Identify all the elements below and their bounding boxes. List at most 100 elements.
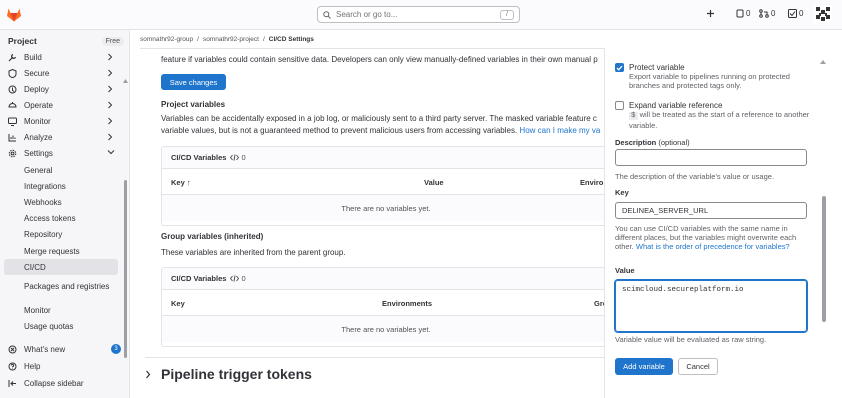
breadcrumb-project[interactable]: somnathr92-project <box>203 36 259 43</box>
empty-state: There are no variables yet. <box>162 195 610 221</box>
variable-count: 0 <box>241 153 246 162</box>
column-environments: Environments <box>382 299 433 308</box>
monitor-icon <box>8 117 17 126</box>
group-variables-desc: These variables are inherited from the p… <box>161 248 346 257</box>
card-title: CI/CD Variables <box>171 274 227 283</box>
expand-variable-checkbox[interactable] <box>615 101 624 110</box>
sidebar-subitem-merge-requests[interactable]: Merge requests <box>0 243 122 259</box>
top-bar: Search or go to... / 0 0 0 <box>0 0 842 30</box>
description-label: Description (optional) <box>615 138 690 147</box>
chevron-right-icon <box>108 53 113 61</box>
card-header: CI/CD Variables 0 <box>162 268 610 290</box>
group-variables-card: CI/CD Variables 0 Key Environments Gro T… <box>161 267 611 347</box>
chevron-right-icon <box>108 85 113 93</box>
sidebar-scroll-thumb[interactable] <box>124 180 127 358</box>
project-variables-heading: Project variables <box>161 100 226 109</box>
project-variables-card: CI/CD Variables 0 Key ↑ Value Enviro The… <box>161 146 611 226</box>
drawer-scroll-thumb[interactable] <box>822 196 826 322</box>
search-input[interactable]: Search or go to... / <box>317 6 520 23</box>
chevron-down-icon <box>107 150 115 155</box>
precedence-help-link[interactable]: What is the order of precedence for vari… <box>636 242 790 251</box>
scroll-up-arrow-icon <box>820 60 826 64</box>
user-avatar[interactable] <box>814 5 832 23</box>
collapse-icon <box>8 380 16 387</box>
search-icon <box>323 10 331 19</box>
protect-variable-label[interactable]: Protect variable <box>629 63 685 72</box>
breadcrumb-separator: / <box>262 36 265 43</box>
whats-new-item[interactable]: What's new <box>0 341 122 357</box>
gear-icon <box>8 149 17 158</box>
value-textarea[interactable]: scimcloud.secureplatform.io <box>615 280 807 332</box>
key-help: You can use CI/CD variables with the sam… <box>615 224 797 251</box>
sidebar-header: Project Free <box>8 36 124 46</box>
sidebar-subitem-usage-quotas[interactable]: Usage quotas <box>0 318 122 334</box>
chevron-right-icon <box>108 101 113 109</box>
divider <box>145 357 605 358</box>
project-variables-desc: Variables can be accidentally exposed in… <box>161 114 597 123</box>
gitlab-logo-icon[interactable] <box>6 7 22 22</box>
new-item-button[interactable] <box>706 9 715 18</box>
sidebar-subitem-cicd[interactable]: CI/CD <box>4 259 118 275</box>
pipeline-trigger-tokens-heading: Pipeline trigger tokens <box>161 366 312 382</box>
column-key: Key <box>171 299 185 308</box>
column-environments: Enviro <box>580 178 604 187</box>
sidebar-item-operate[interactable]: Operate <box>0 97 122 113</box>
sidebar-subitem-packages-registries[interactable]: Packages and registries <box>0 275 110 299</box>
scroll-up-arrow-icon <box>123 79 128 83</box>
sidebar-subitem-general[interactable]: General <box>0 162 122 178</box>
sidebar-subitem-monitor[interactable]: Monitor <box>0 302 122 318</box>
help-icon <box>8 362 17 371</box>
expand-variable-label[interactable]: Expand variable reference <box>629 101 722 110</box>
save-changes-button[interactable]: Save changes <box>161 74 226 90</box>
mr-count: 0 <box>771 9 776 18</box>
sidebar-item-settings[interactable]: Settings <box>0 145 122 161</box>
whats-new-count-badge: 3 <box>111 344 121 354</box>
sidebar-subitem-repository[interactable]: Repository <box>0 226 122 242</box>
check-icon <box>616 65 623 71</box>
add-variable-button[interactable]: Add variable <box>615 358 673 375</box>
issues-button[interactable]: 0 <box>736 9 750 18</box>
variables-intro-text: feature if variables could contain sensi… <box>161 55 598 64</box>
sidebar-item-deploy[interactable]: Deploy <box>0 81 122 97</box>
expand-variable-help: $ will be treated as the start of a refe… <box>629 110 810 130</box>
chevron-right-icon <box>108 133 113 141</box>
sidebar-subitem-integrations[interactable]: Integrations <box>0 178 122 194</box>
empty-state: There are no variables yet. <box>162 316 610 342</box>
breadcrumb-group[interactable]: somnathr92-group <box>140 36 193 43</box>
description-help: The description of the variable's value … <box>615 172 775 181</box>
column-key[interactable]: Key ↑ <box>171 178 191 187</box>
issues-icon <box>736 9 744 18</box>
description-input[interactable] <box>615 149 807 166</box>
card-title: CI/CD Variables <box>171 153 227 162</box>
cancel-button[interactable]: Cancel <box>678 358 718 375</box>
search-shortcut-key: / <box>500 9 514 20</box>
sidebar-item-analyze[interactable]: Analyze <box>0 129 122 145</box>
sidebar-item-monitor[interactable]: Monitor <box>0 113 122 129</box>
help-item[interactable]: Help <box>0 358 122 374</box>
value-help: Variable value will be evaluated as raw … <box>615 335 767 344</box>
key-input[interactable]: DELINEA_SERVER_URL <box>615 202 807 219</box>
protect-variable-checkbox[interactable] <box>615 63 624 72</box>
code-icon <box>230 275 240 282</box>
sidebar-item-build[interactable]: Build <box>0 49 122 65</box>
chevron-right-icon <box>146 370 151 378</box>
operate-icon <box>8 102 17 108</box>
sidebar-subitem-access-tokens[interactable]: Access tokens <box>0 210 122 226</box>
sidebar-item-secure[interactable]: Secure <box>0 65 122 81</box>
whats-new-icon <box>8 345 17 354</box>
chevron-right-icon <box>108 117 113 125</box>
masked-variables-help-link[interactable]: How can I make my va <box>519 126 600 135</box>
build-icon <box>8 53 17 62</box>
chart-icon <box>8 134 16 142</box>
shield-icon <box>8 69 17 78</box>
collapse-sidebar-button[interactable]: Collapse sidebar <box>0 375 122 391</box>
sidebar: Project Free Build Secure Deploy Operate… <box>0 30 130 398</box>
merge-request-icon <box>759 9 769 18</box>
pipeline-trigger-tokens-section[interactable]: Pipeline trigger tokens <box>145 366 312 382</box>
sidebar-subitem-webhooks[interactable]: Webhooks <box>0 194 122 210</box>
protect-variable-help: Export variable to pipelines running on … <box>629 72 790 90</box>
merge-requests-button[interactable]: 0 <box>759 9 775 18</box>
key-label: Key <box>615 188 629 197</box>
group-variables-heading: Group variables (inherited) <box>161 232 264 241</box>
todos-button[interactable]: 0 <box>788 9 803 18</box>
